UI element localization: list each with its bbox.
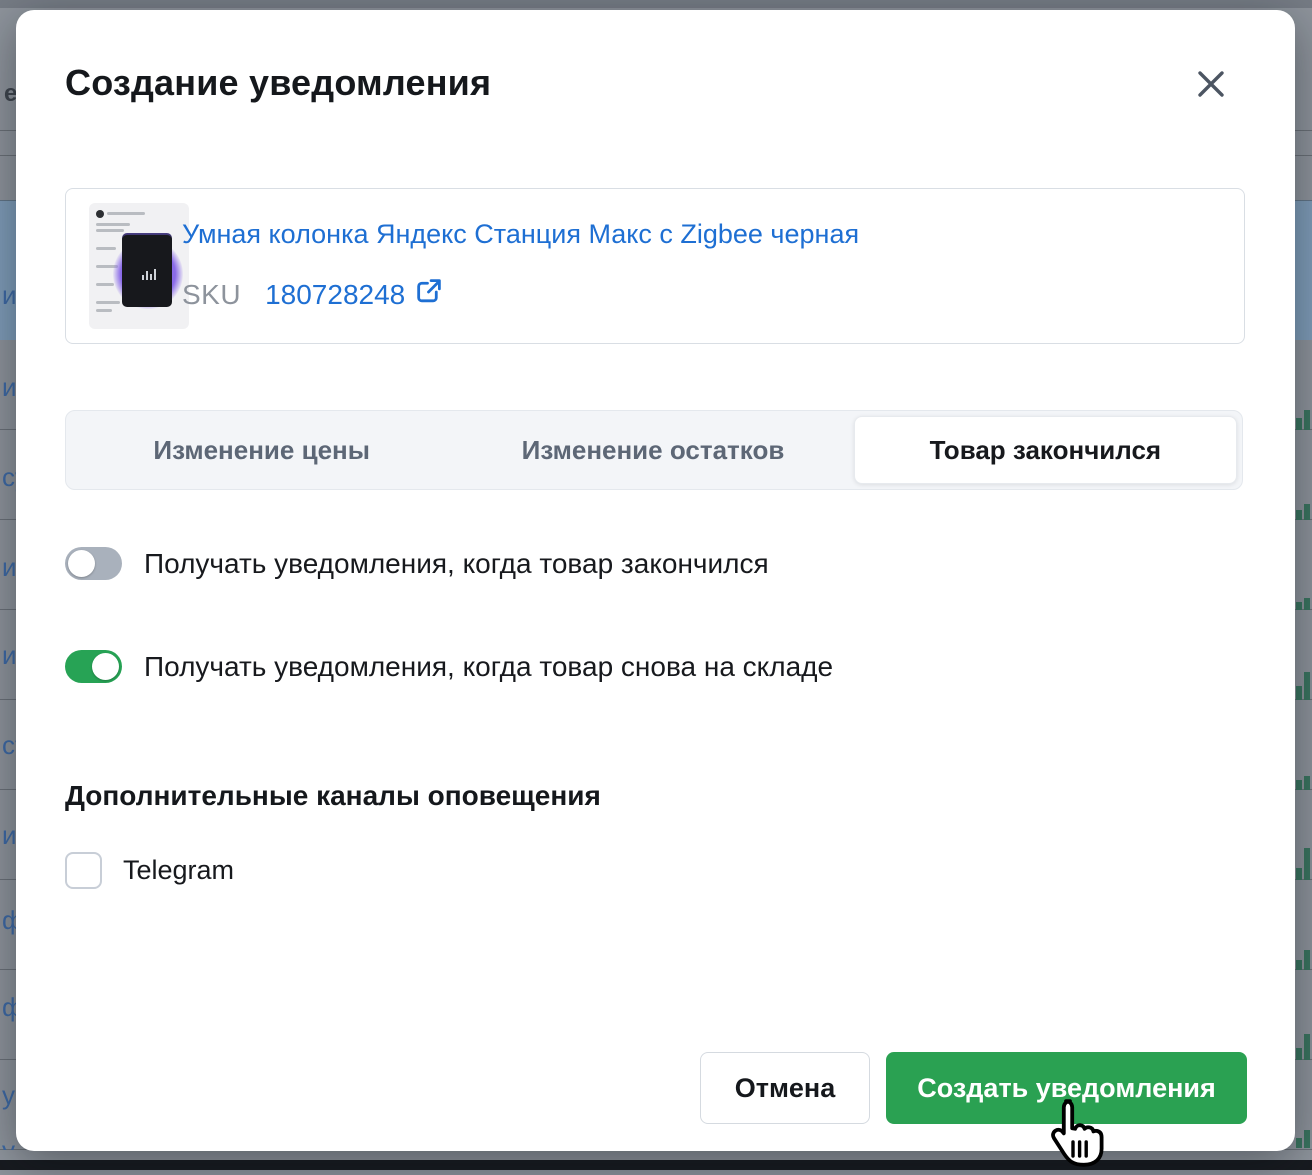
- mini-bar-chart: [1296, 922, 1312, 970]
- toggle-label: Получать уведомления, когда товар снова …: [144, 651, 833, 683]
- backdrop-top-bar: [0, 0, 1312, 8]
- close-button[interactable]: [1188, 62, 1234, 108]
- telegram-checkbox[interactable]: [65, 852, 102, 889]
- mini-bar-chart: [1296, 472, 1312, 520]
- mini-bar-chart: [1296, 1100, 1312, 1148]
- external-link-icon: [414, 277, 443, 313]
- sku-value: 180728248: [265, 279, 405, 311]
- tab-stock-change[interactable]: Изменение остатков: [462, 416, 843, 484]
- telegram-label[interactable]: Telegram: [123, 855, 234, 886]
- create-notification-modal: Создание уведомления Умная колон: [16, 10, 1295, 1151]
- toggle-back-in-stock[interactable]: [65, 650, 122, 683]
- telegram-option-row: Telegram: [65, 852, 234, 889]
- toggle-row-out-of-stock: Получать уведомления, когда товар законч…: [65, 547, 769, 580]
- backdrop-row-text: у: [2, 1080, 15, 1111]
- tab-price-change[interactable]: Изменение цены: [71, 416, 452, 484]
- mini-bar-chart: [1296, 382, 1312, 430]
- mini-bar-chart: [1296, 1012, 1312, 1060]
- tab-out-of-stock[interactable]: Товар закончился: [854, 416, 1237, 484]
- sku-row: SKU 180728248: [182, 277, 443, 313]
- sku-label: SKU: [182, 279, 241, 311]
- create-notification-button[interactable]: Создать уведомления: [886, 1052, 1247, 1124]
- backdrop-bottom-bar: [0, 1160, 1312, 1170]
- sku-link[interactable]: 180728248: [265, 277, 443, 313]
- product-name-link[interactable]: Умная колонка Яндекс Станция Макс с Zigb…: [182, 219, 859, 250]
- modal-title: Создание уведомления: [65, 62, 491, 104]
- product-image: [89, 203, 189, 329]
- close-icon: [1192, 65, 1230, 106]
- toggle-row-back-in-stock: Получать уведомления, когда товар снова …: [65, 650, 833, 683]
- equalizer-icon: [142, 269, 156, 280]
- toggle-label: Получать уведомления, когда товар законч…: [144, 548, 769, 580]
- toggle-out-of-stock[interactable]: [65, 547, 122, 580]
- notification-type-tabs: Изменение цены Изменение остатков Товар …: [65, 410, 1243, 490]
- cancel-button[interactable]: Отмена: [700, 1052, 870, 1124]
- mini-bar-chart: [1296, 562, 1312, 610]
- mini-bar-chart: [1296, 832, 1312, 880]
- product-card: Умная колонка Яндекс Станция Макс с Zigb…: [65, 188, 1245, 344]
- mini-bar-chart: [1296, 742, 1312, 790]
- mini-bar-chart: [1296, 652, 1312, 700]
- channels-heading: Дополнительные каналы оповещения: [65, 780, 601, 812]
- backdrop-sparklines: [1295, 0, 1312, 1150]
